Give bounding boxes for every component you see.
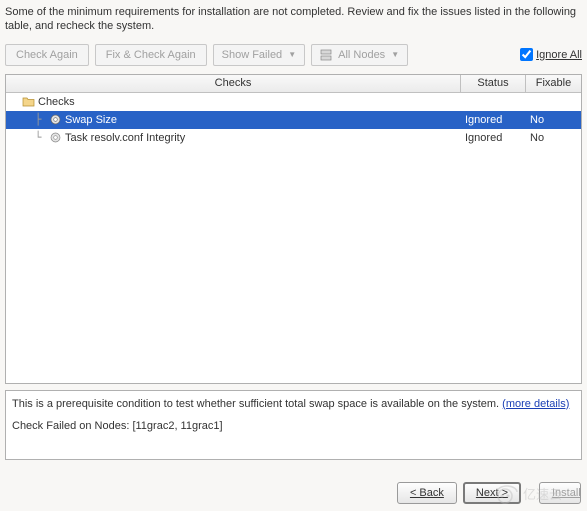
column-fixable[interactable]: Fixable (526, 75, 581, 92)
column-checks[interactable]: Checks (6, 75, 461, 92)
fixable-cell: No (526, 132, 581, 144)
tree-item-swap-size[interactable]: ├ Swap Size Ignored No (6, 111, 581, 129)
tree-root[interactable]: Checks (6, 93, 581, 111)
back-button[interactable]: < Back (397, 482, 457, 504)
tree-item-resolv-conf[interactable]: └ Task resolv.conf Integrity Ignored No (6, 129, 581, 147)
status-cell: Ignored (461, 132, 526, 144)
show-failed-label: Show Failed (222, 49, 283, 61)
tree-branch-icon: ├ (30, 113, 46, 126)
chevron-down-icon: ▼ (288, 50, 296, 59)
checks-tree: Checks ├ Swap Size Ignored No └ (6, 93, 581, 147)
gear-icon (49, 113, 62, 126)
tree-branch-icon: └ (30, 131, 46, 144)
ignore-all-input[interactable] (520, 48, 533, 61)
failed-nodes-text: Check Failed on Nodes: [11grac2, 11grac1… (12, 419, 575, 434)
server-icon (320, 49, 332, 61)
gear-icon (49, 131, 62, 144)
details-panel: This is a prerequisite condition to test… (5, 390, 582, 460)
next-button[interactable]: Next > (463, 482, 521, 504)
column-status[interactable]: Status (461, 75, 526, 92)
fixable-cell: No (526, 114, 581, 126)
tree-item-label: Swap Size (65, 114, 117, 126)
all-nodes-dropdown[interactable]: All Nodes ▼ (311, 44, 408, 66)
chevron-down-icon: ▼ (391, 50, 399, 59)
all-nodes-label: All Nodes (338, 49, 385, 61)
folder-icon (22, 95, 35, 108)
ignore-all-label: Ignore All (536, 49, 582, 61)
tree-item-label: Task resolv.conf Integrity (65, 132, 185, 144)
more-details-link[interactable]: (more details) (502, 398, 569, 410)
tree-root-label: Checks (38, 96, 75, 108)
install-button[interactable]: Install (539, 482, 581, 504)
show-failed-dropdown[interactable]: Show Failed ▼ (213, 44, 305, 66)
checks-table: Checks Status Fixable Checks ├ (5, 74, 582, 384)
wizard-nav: < Back Next > Install (397, 482, 581, 504)
status-cell: Ignored (461, 114, 526, 126)
intro-text: Some of the minimum requirements for ins… (5, 5, 582, 34)
details-text: This is a prerequisite condition to test… (12, 398, 502, 410)
check-again-button[interactable]: Check Again (5, 44, 89, 66)
ignore-all-checkbox[interactable]: Ignore All (520, 48, 582, 61)
toolbar: Check Again Fix & Check Again Show Faile… (5, 44, 582, 66)
fix-check-again-button[interactable]: Fix & Check Again (95, 44, 207, 66)
table-header: Checks Status Fixable (6, 75, 581, 93)
